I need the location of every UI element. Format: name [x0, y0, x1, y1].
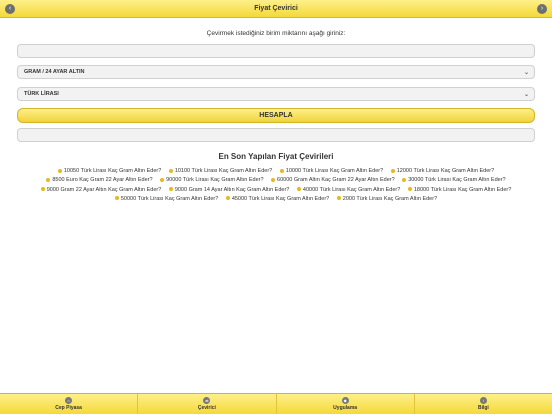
recent-conversion-link[interactable]: 50000 Türk Lirası Kaç Gram Altın Eder? [114, 195, 218, 204]
coin-icon [407, 187, 412, 192]
chevron-right-icon[interactable]: › [537, 4, 547, 14]
recent-conversion-link[interactable]: 30000 Türk Lirası Kaç Gram Altın Eder? [402, 176, 506, 185]
page-title: Fiyat Çevirici [254, 5, 298, 12]
recent-conversion-link[interactable]: 10100 Türk Lirası Kaç Gram Altın Eder? [168, 167, 272, 176]
coin-icon [57, 168, 62, 173]
from-unit-value: GRAM / 24 AYAR ALTIN [24, 69, 85, 75]
recent-conversion-link[interactable]: 90000 Türk Lirası Kaç Gram Altın Eder? [160, 176, 264, 185]
coin-icon [390, 168, 395, 173]
top-bar: ‹ Fiyat Çevirici › [0, 0, 552, 18]
chevron-down-icon: ⌄ [523, 70, 529, 76]
to-unit-value: TÜRK LİRASI [24, 91, 59, 97]
coin-icon [279, 168, 284, 173]
recent-conversion-link[interactable]: 45000 Türk Lirası Kaç Gram Altın Eder? [225, 195, 329, 204]
recent-conversions-list: 10050 Türk Lirası Kaç Gram Altın Eder? 1… [24, 167, 528, 204]
tab-cep-piyasa[interactable]: ⌂ Cep Piyasa [0, 394, 139, 414]
recent-conversion-link[interactable]: 9000 Gram 14 Ayar Altın Kaç Gram Altın E… [168, 186, 289, 195]
home-icon: ⌂ [65, 397, 73, 404]
apps-icon: ◆ [341, 397, 349, 404]
recent-conversion-link[interactable]: 40000 Türk Lirası Kaç Gram Altın Eder? [296, 186, 400, 195]
coin-icon [296, 187, 301, 192]
tab-uygulama[interactable]: ◆ Uygulama [277, 394, 415, 414]
amount-prompt: Çevirmek istediğiniz birim miktarını aşa… [206, 30, 346, 37]
coin-icon [168, 168, 173, 173]
coin-icon [46, 177, 51, 182]
coin-icon [168, 187, 173, 192]
bottom-tab-bar: ⌂ Cep Piyasa ⇄ Çevirici ◆ Uygulama i Bil… [0, 393, 552, 414]
chevron-down-icon: ⌄ [523, 92, 529, 98]
chevron-left-icon[interactable]: ‹ [5, 4, 15, 14]
recent-conversion-link[interactable]: 10000 Türk Lirası Kaç Gram Altın Eder? [279, 167, 383, 176]
recent-conversion-link[interactable]: 10050 Türk Lirası Kaç Gram Altın Eder? [57, 167, 161, 176]
coin-icon [336, 196, 341, 201]
recent-conversion-link[interactable]: 60000 Gram Altın Kaç Gram 22 Ayar Altın … [271, 176, 395, 185]
coin-icon [402, 177, 407, 182]
recent-conversion-link[interactable]: 8500 Euro Kaç Gram 22 Ayar Altın Eder? [46, 176, 153, 185]
coin-icon [225, 196, 230, 201]
coin-icon [114, 196, 119, 201]
tab-bilgi[interactable]: i Bilgi [415, 394, 552, 414]
recent-conversion-link[interactable]: 18000 Türk Lirası Kaç Gram Altın Eder? [407, 186, 511, 195]
info-icon: i [479, 397, 487, 404]
recent-conversion-link[interactable]: 2000 Türk Lirası Kaç Gram Altın Eder? [336, 195, 437, 204]
calculate-button[interactable]: HESAPLA [17, 108, 535, 123]
coin-icon [160, 177, 165, 182]
coin-icon [271, 177, 276, 182]
to-unit-select[interactable]: TÜRK LİRASI ⌄ [17, 87, 535, 101]
amount-input[interactable] [17, 44, 535, 58]
coin-icon [40, 187, 45, 192]
tab-cevirici[interactable]: ⇄ Çevirici [138, 394, 277, 414]
converter-icon: ⇄ [203, 397, 211, 404]
recent-conversions-title: En Son Yapılan Fiyat Çevirileri [218, 152, 334, 161]
recent-conversion-link[interactable]: 9000 Gram 22 Ayar Altın Kaç Gram Altın E… [40, 186, 161, 195]
result-field [17, 128, 535, 142]
recent-conversion-link[interactable]: 12000 Türk Lirası Kaç Gram Altın Eder? [390, 167, 494, 176]
from-unit-select[interactable]: GRAM / 24 AYAR ALTIN ⌄ [17, 65, 535, 79]
